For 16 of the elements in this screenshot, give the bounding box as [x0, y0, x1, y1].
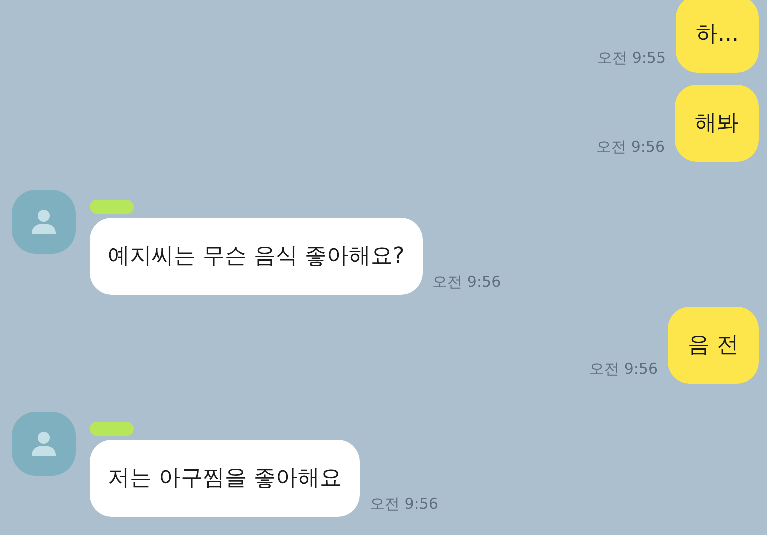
message-time: 오전 9:55 — [598, 48, 666, 68]
message-bubble: 음 전 — [668, 307, 759, 384]
message-time: 오전 9:56 — [596, 136, 665, 158]
message-time: 오전 9:56 — [590, 358, 658, 380]
message-bubble: 예지씨는 무슨 음식 좋아해요? — [90, 218, 423, 295]
name-redaction — [90, 200, 134, 214]
message-bubble: 저는 아구찜을 좋아해요 — [90, 440, 360, 517]
person-icon — [29, 207, 59, 237]
message-bubble: 하... — [676, 0, 759, 73]
avatar[interactable] — [12, 190, 76, 254]
avatar[interactable] — [12, 412, 76, 476]
message-time: 오전 9:56 — [370, 494, 438, 514]
name-redaction — [90, 422, 134, 436]
person-icon — [29, 429, 59, 459]
message-time: 오전 9:56 — [432, 272, 502, 292]
message-bubble: 해봐 — [675, 85, 759, 162]
